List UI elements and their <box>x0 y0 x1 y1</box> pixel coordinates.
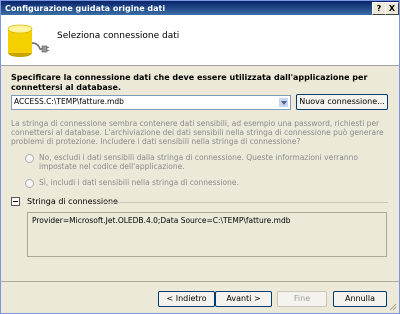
title-bar: Configurazione guidata origine dati ? X <box>1 1 399 15</box>
radio-include-sensitive[interactable]: Sì, includi i dati sensibili nella strin… <box>25 178 379 188</box>
back-button[interactable]: < Indietro <box>158 291 215 307</box>
new-connection-button[interactable]: Nuova connessione... <box>296 94 388 110</box>
connection-string-box[interactable]: Provider=Microsoft.Jet.OLEDB.4.0;Data So… <box>27 212 387 257</box>
database-plug-icon <box>7 24 49 57</box>
radio-include-label: Sì, includi i dati sensibili nella strin… <box>39 178 239 187</box>
cancel-button[interactable]: Annulla <box>333 291 387 307</box>
help-button[interactable]: ? <box>372 2 386 15</box>
wizard-header: Seleziona connessione dati <box>1 15 399 66</box>
close-button[interactable]: X <box>385 2 399 15</box>
connection-string-value: Provider=Microsoft.Jet.OLEDB.4.0;Data So… <box>32 216 291 225</box>
connection-select[interactable]: ACCESS.C:\TEMP\fatture.mdb <box>11 95 291 110</box>
finish-button[interactable]: Fine <box>277 291 327 307</box>
section-divider <box>103 202 388 203</box>
page-title: Seleziona connessione dati <box>57 31 180 41</box>
collapse-icon[interactable] <box>11 197 20 206</box>
wizard-window: Configurazione guidata origine dati ? X … <box>0 0 400 314</box>
window-title: Configurazione guidata origine dati <box>5 3 166 13</box>
sensitive-data-text: La stringa di connessione sembra contene… <box>11 119 384 146</box>
radio-button[interactable] <box>25 154 34 163</box>
resize-grip-icon[interactable] <box>387 301 397 311</box>
radio-exclude-label: No, escludi i dati sensibili dalla strin… <box>39 153 358 171</box>
radio-exclude-sensitive[interactable]: No, escludi i dati sensibili dalla strin… <box>25 153 379 171</box>
instructions-text: Specificare la connessione dati che deve… <box>11 73 368 92</box>
footer-divider <box>1 281 399 282</box>
radio-button[interactable] <box>25 179 34 188</box>
next-button[interactable]: Avanti > <box>215 291 272 307</box>
connection-select-value: ACCESS.C:\TEMP\fatture.mdb <box>14 97 124 106</box>
chevron-down-icon[interactable] <box>278 97 289 108</box>
